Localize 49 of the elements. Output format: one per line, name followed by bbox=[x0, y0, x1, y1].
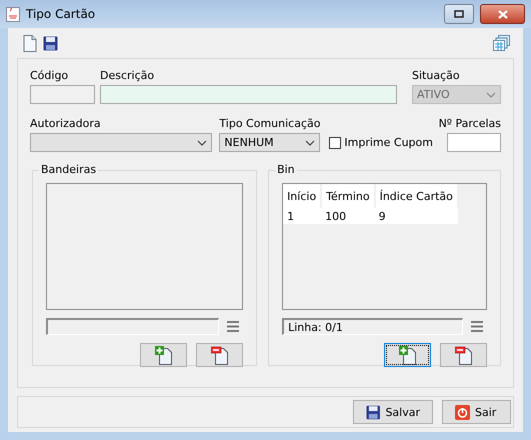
field-label: Autorizadora bbox=[30, 117, 102, 130]
save-button[interactable]: Salvar bbox=[353, 400, 433, 424]
column-header[interactable]: Término bbox=[321, 184, 375, 208]
group-title: Bin bbox=[275, 163, 297, 176]
row-counter-field: Linha: 0/1 bbox=[282, 318, 463, 335]
remove-row-button[interactable] bbox=[440, 343, 487, 367]
column-header[interactable]: Índice Cartão bbox=[374, 184, 458, 208]
field-label: Tipo Comunicação bbox=[219, 117, 320, 130]
close-icon bbox=[498, 10, 508, 18]
windows-stack-icon[interactable] bbox=[493, 35, 510, 51]
add-row-button[interactable] bbox=[140, 343, 188, 367]
field-label: Descrição bbox=[100, 69, 156, 82]
list-menu-icon[interactable] bbox=[471, 321, 483, 332]
table-cell: 9 bbox=[374, 208, 458, 224]
flags-list[interactable] bbox=[46, 183, 244, 310]
remove-document-icon bbox=[210, 346, 229, 364]
add-row-button[interactable] bbox=[384, 343, 431, 367]
app-icon bbox=[6, 6, 20, 22]
field-label: Código bbox=[30, 69, 70, 82]
restore-button[interactable] bbox=[444, 4, 474, 24]
window-title: Tipo Cartão bbox=[26, 7, 96, 21]
close-button[interactable] bbox=[480, 4, 525, 24]
exit-button[interactable]: Sair bbox=[442, 400, 511, 424]
checkbox-label: Imprime Cupom bbox=[344, 136, 433, 149]
power-icon bbox=[455, 404, 470, 420]
field-label: Nº Parcelas bbox=[438, 117, 501, 130]
dropdown-caret-icon bbox=[486, 92, 496, 98]
column-header[interactable]: Início bbox=[283, 184, 322, 208]
new-document-icon bbox=[23, 34, 37, 52]
table-cell: 100 bbox=[321, 208, 375, 224]
print-receipt-checkbox[interactable] bbox=[329, 136, 342, 148]
add-document-icon bbox=[398, 346, 416, 364]
new-button[interactable] bbox=[23, 34, 37, 52]
remove-document-icon bbox=[454, 346, 472, 364]
installments-field[interactable] bbox=[447, 133, 501, 152]
restore-icon bbox=[454, 10, 464, 18]
dropdown-caret-icon bbox=[197, 140, 208, 146]
group-title: Bandeiras bbox=[39, 163, 98, 176]
code-field[interactable] bbox=[30, 85, 95, 104]
save-toolbar-button[interactable] bbox=[43, 36, 58, 50]
description-field[interactable] bbox=[100, 85, 397, 104]
communication-type-dropdown[interactable]: NENHUM bbox=[219, 133, 320, 152]
remove-row-button[interactable] bbox=[196, 343, 244, 367]
bin-table[interactable]: Início Término Índice Cartão 1 100 9 bbox=[282, 183, 487, 310]
table-cell: 1 bbox=[283, 208, 322, 224]
list-menu-icon[interactable] bbox=[227, 321, 240, 332]
field-label: Situação bbox=[412, 69, 461, 82]
dropdown-caret-icon bbox=[305, 140, 316, 146]
add-document-icon bbox=[154, 346, 173, 364]
